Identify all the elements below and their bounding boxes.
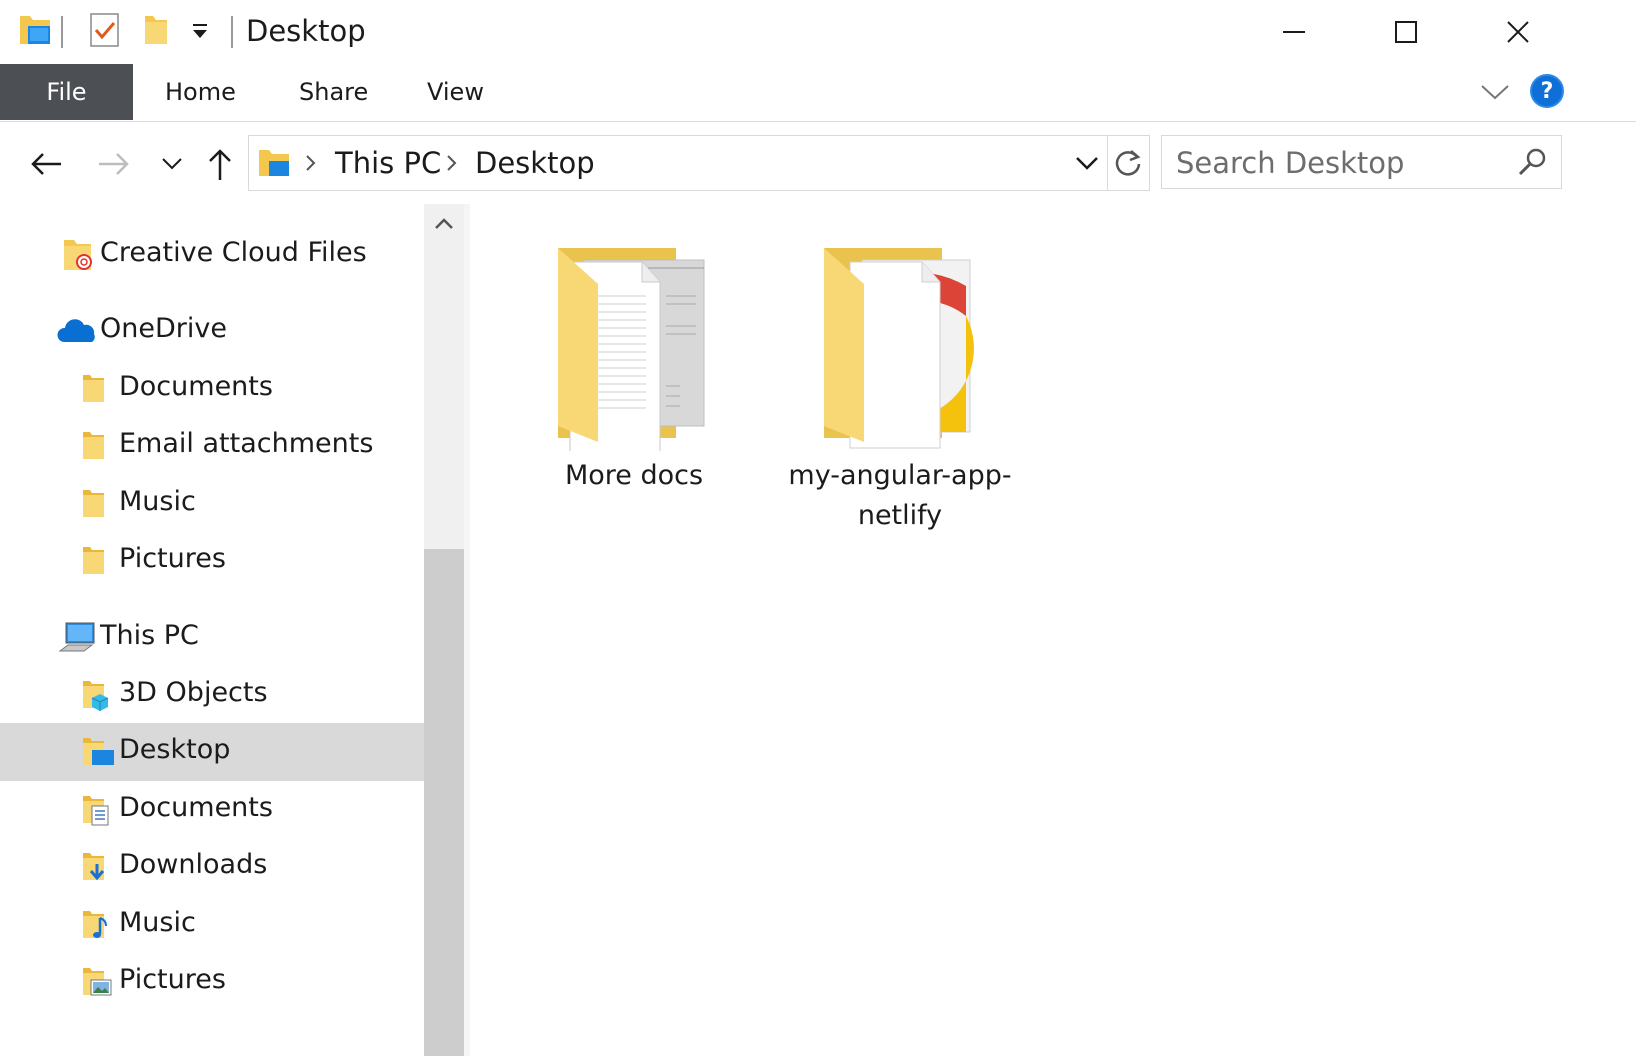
explorer-folder-icon[interactable] [18, 12, 52, 52]
chrome-folder-large-icon [822, 246, 992, 455]
breadcrumb-desktop[interactable]: Desktop [475, 146, 595, 180]
sidebar-item-onedrive[interactable]: OneDrive [0, 302, 424, 360]
pictures-folder-icon [82, 965, 116, 999]
sidebar-item-label: Music [119, 486, 196, 517]
sidebar-item-3d-objects[interactable]: 3D Objects [0, 666, 424, 724]
sidebar-item-label: Music [119, 907, 196, 938]
tab-share[interactable]: Share [299, 64, 368, 120]
sidebar-item-label: Creative Cloud Files [100, 237, 367, 268]
sidebar-item-label: Documents [119, 792, 273, 823]
sidebar-item-email-attachments[interactable]: Email attachments [0, 417, 424, 475]
breadcrumb-this-pc[interactable]: This PC [335, 146, 441, 180]
tab-view[interactable]: View [427, 64, 484, 120]
expand-ribbon-chevron-icon[interactable] [1480, 82, 1510, 106]
customize-toolbar-dropdown-icon[interactable] [190, 22, 210, 46]
sidebar-item-label: Downloads [119, 849, 268, 880]
sidebar-item-label: 3D Objects [119, 677, 268, 708]
address-history-chevron-icon[interactable] [1075, 154, 1099, 176]
navigation-bar: This PC Desktop Search Desktop [0, 122, 1636, 204]
ribbon-tabs: File Home Share View ? [0, 64, 1636, 122]
sidebar-scrollbar[interactable] [424, 204, 464, 1056]
minimize-icon [1283, 31, 1305, 33]
sidebar-item-this-pc[interactable]: This PC [0, 609, 424, 667]
close-icon [1507, 21, 1529, 43]
new-folder-icon[interactable] [143, 12, 169, 52]
sidebar-item-label: Pictures [119, 543, 226, 574]
folder-name: More docs [564, 460, 704, 491]
scrollbar-thumb[interactable] [424, 549, 464, 1056]
refresh-icon[interactable] [1113, 148, 1143, 182]
sidebar-item-label: Email attachments [119, 428, 374, 459]
music-folder-icon [82, 908, 116, 942]
folder-name-line-1: my-angular-app- [788, 460, 1012, 491]
help-button[interactable]: ? [1530, 74, 1564, 108]
recent-locations-button[interactable] [150, 142, 194, 186]
sidebar-item-onedrive-pictures[interactable]: Pictures [0, 532, 424, 590]
address-divider [1107, 136, 1108, 190]
toolbar-divider [231, 16, 233, 48]
back-button[interactable] [24, 142, 68, 186]
sidebar-item-label: OneDrive [100, 313, 227, 344]
up-button[interactable] [198, 142, 242, 186]
sidebar-item-label: Documents [119, 371, 273, 402]
sidebar-item-onedrive-music[interactable]: Music [0, 475, 424, 533]
forward-arrow-icon [99, 153, 129, 175]
file-list: More docs my-angular-app- netlify [470, 204, 1636, 1056]
folder-icon [82, 487, 116, 521]
folder-name-line-2: netlify [857, 500, 943, 531]
maximize-icon [1395, 21, 1417, 43]
onedrive-cloud-icon [56, 314, 95, 348]
sidebar-item-desktop[interactable]: Desktop [0, 723, 424, 781]
sidebar-item-downloads[interactable]: Downloads [0, 838, 424, 896]
toolbar-divider [61, 16, 63, 48]
sidebar-item-onedrive-documents[interactable]: Documents [0, 360, 424, 418]
tab-home[interactable]: Home [165, 64, 236, 120]
breadcrumb-separator-icon [444, 153, 458, 177]
close-button[interactable] [1462, 0, 1574, 64]
sidebar-item-music[interactable]: Music [0, 896, 424, 954]
search-input[interactable]: Search Desktop [1161, 135, 1562, 189]
folder-item-my-angular-app-netlify[interactable]: my-angular-app- netlify [770, 234, 1030, 564]
downloads-folder-icon [82, 850, 116, 884]
chevron-down-icon [162, 158, 182, 170]
window-title: Desktop [246, 14, 366, 48]
sidebar-item-label: This PC [100, 620, 199, 651]
folder-name: my-angular-app- netlify [770, 456, 1030, 536]
3d-objects-folder-icon [82, 678, 116, 712]
desktop-folder-icon [257, 146, 291, 184]
sidebar-item-label: Desktop [119, 734, 231, 765]
documents-folder-icon [82, 793, 116, 827]
minimize-button[interactable] [1238, 0, 1350, 64]
title-bar: Desktop [0, 0, 1636, 64]
back-arrow-icon [31, 153, 61, 175]
documents-folder-large-icon [556, 246, 726, 455]
breadcrumb-separator-icon [303, 153, 317, 177]
folder-icon [82, 372, 116, 406]
maximize-button[interactable] [1350, 0, 1462, 64]
creative-cloud-folder-icon [62, 238, 96, 272]
sidebar-item-pictures[interactable]: Pictures [0, 953, 424, 1011]
search-icon[interactable] [1516, 146, 1548, 182]
navigation-pane: Creative Cloud Files OneDrive Documents … [0, 204, 424, 1056]
folder-icon [82, 429, 116, 463]
folder-item-more-docs[interactable]: More docs [504, 234, 764, 564]
properties-icon[interactable] [90, 12, 120, 52]
search-placeholder: Search Desktop [1176, 146, 1405, 180]
forward-button[interactable] [92, 142, 136, 186]
sidebar-item-label: Pictures [119, 964, 226, 995]
scroll-up-button[interactable] [424, 204, 464, 244]
address-bar[interactable]: This PC Desktop [248, 135, 1150, 191]
sidebar-item-creative-cloud-files[interactable]: Creative Cloud Files [0, 226, 424, 284]
desktop-folder-icon [82, 735, 116, 769]
computer-icon [58, 621, 95, 655]
folder-icon [82, 544, 116, 578]
chevron-up-icon [435, 218, 453, 229]
sidebar-item-documents[interactable]: Documents [0, 781, 424, 839]
tab-file[interactable]: File [0, 64, 133, 120]
up-arrow-icon [209, 149, 231, 180]
